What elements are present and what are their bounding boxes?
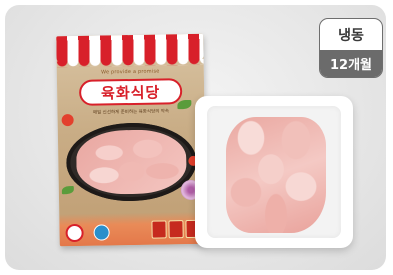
meat-tray xyxy=(195,96,353,248)
package-subtext: 매일 신선하게 준비하는 육화식당의 약속 xyxy=(92,109,170,116)
pork-slices-graphic xyxy=(75,129,187,195)
storage-info-badge: 냉동 12개월 xyxy=(319,18,383,78)
pork-slices-graphic xyxy=(226,117,326,233)
shelf-life-label: 12개월 xyxy=(320,50,382,77)
quality-seal-icon xyxy=(93,224,110,241)
tomato-icon xyxy=(61,114,74,127)
herb-leaf-icon xyxy=(61,186,74,195)
chef-icon xyxy=(65,223,84,243)
certification-badge-icon xyxy=(168,220,184,239)
storage-type-label: 냉동 xyxy=(338,27,364,44)
package-slogan: We provide a promise xyxy=(101,68,160,76)
certification-badge-icon xyxy=(151,220,167,239)
awning-graphic xyxy=(56,33,204,63)
package-badge-strip xyxy=(59,211,207,247)
herb-leaf-icon xyxy=(177,99,192,110)
tray-well xyxy=(207,106,341,238)
product-package: We provide a promise 육화식당 매일 신선하게 준비하는 육… xyxy=(56,33,207,247)
brand-logo: 육화식당 xyxy=(78,78,183,106)
